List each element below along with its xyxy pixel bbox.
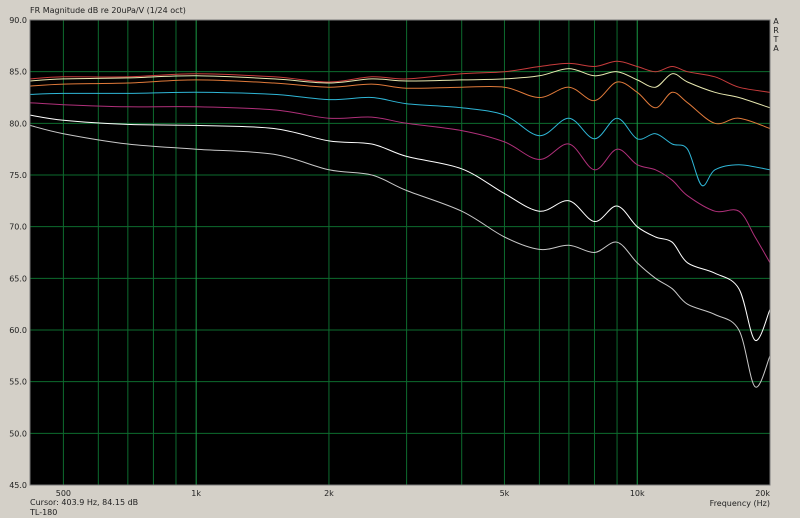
vertical-label-letter: A (773, 17, 779, 26)
y-tick-label: 55.0 (9, 378, 27, 387)
x-tick-label: 1k (191, 489, 201, 498)
y-tick-label: 60.0 (9, 326, 27, 335)
vertical-label-letter: R (773, 26, 779, 35)
y-tick-label: 80.0 (9, 119, 27, 128)
cursor-readout: Cursor: 403.9 Hz, 84.15 dB (30, 498, 138, 507)
frequency-response-chart: FR Magnitude dB re 20uPa/V (1/24 oct) AR… (0, 0, 800, 518)
chart-title: FR Magnitude dB re 20uPa/V (1/24 oct) (30, 6, 186, 15)
y-tick-label: 85.0 (9, 68, 27, 77)
y-tick-label: 50.0 (9, 429, 27, 438)
y-tick-label: 45.0 (9, 481, 27, 490)
x-tick-label: 10k (630, 489, 645, 498)
y-tick-label: 70.0 (9, 223, 27, 232)
vertical-label-letter: A (773, 44, 779, 53)
x-tick-label: 5k (500, 489, 510, 498)
y-tick-label: 90.0 (9, 16, 27, 25)
x-tick-label: 20k (755, 489, 770, 498)
x-tick-label: 500 (56, 489, 71, 498)
vertical-label-letter: T (773, 35, 779, 44)
vertical-arta-label: ARTA (773, 17, 780, 53)
x-tick-label: 2k (324, 489, 334, 498)
measurement-name: TL-180 (29, 508, 57, 517)
y-tick-label: 75.0 (9, 171, 27, 180)
plot-area[interactable] (30, 20, 770, 485)
x-axis-label: Frequency (Hz) (710, 499, 770, 508)
y-tick-label: 65.0 (9, 274, 27, 283)
